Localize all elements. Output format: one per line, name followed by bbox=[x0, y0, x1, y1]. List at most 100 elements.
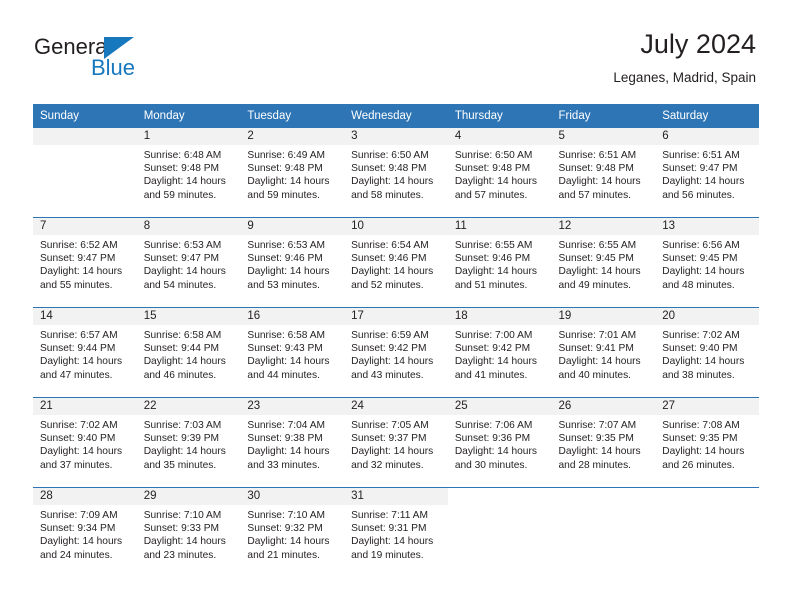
sunset-text: Sunset: 9:39 PM bbox=[143, 433, 220, 445]
daylight-text-line2: and 32 minutes. bbox=[351, 459, 424, 471]
calendar-day-cell[interactable]: 4 Sunrise: 6:50 AM Sunset: 9:48 PM Daylight… bbox=[447, 127, 552, 218]
day-number: 1 bbox=[136, 128, 241, 145]
calendar-day-cell[interactable]: 1 Sunrise: 6:48 AM Sunset: 9:48 PM Daylight… bbox=[136, 127, 241, 218]
sunrise-text: Sunrise: 6:51 AM bbox=[558, 150, 637, 161]
calendar-day-cell[interactable]: 27 Sunrise: 7:08 AM Sunset: 9:35 PM Dayligh… bbox=[655, 397, 759, 488]
calendar-day-cell[interactable]: 16 Sunrise: 6:58 AM Sunset: 9:43 PM Dayligh… bbox=[240, 307, 345, 398]
daylight-text-line2: and 46 minutes. bbox=[143, 369, 217, 381]
day-cell-content: 26 Sunrise: 7:07 AM Sunset: 9:35 PM Dayligh… bbox=[551, 398, 656, 487]
calendar-day-cell[interactable]: 24 Sunrise: 7:05 AM Sunset: 9:37 PM Dayligh… bbox=[344, 397, 448, 488]
calendar-day-cell[interactable]: 29 Sunrise: 7:10 AM Sunset: 9:33 PM Dayligh… bbox=[136, 487, 241, 577]
daylight-text-line2: and 40 minutes. bbox=[558, 369, 632, 381]
calendar-day-cell[interactable]: 21 Sunrise: 7:02 AM Sunset: 9:40 PM Dayligh… bbox=[33, 397, 137, 488]
day-cell-content: 6 Sunrise: 6:51 AM Sunset: 9:47 PM Daylight… bbox=[655, 128, 759, 217]
daylight-text-line1: Daylight: 14 hours bbox=[143, 536, 226, 548]
daylight-text-line1: Daylight: 14 hours bbox=[247, 446, 330, 458]
day-number: 3 bbox=[344, 128, 448, 145]
day-number bbox=[655, 488, 759, 505]
calendar-day-cell[interactable]: 3 Sunrise: 6:50 AM Sunset: 9:48 PM Daylight… bbox=[344, 127, 448, 218]
daylight-text-line1: Daylight: 14 hours bbox=[40, 536, 123, 548]
calendar-day-cell[interactable]: 18 Sunrise: 7:00 AM Sunset: 9:42 PM Dayligh… bbox=[447, 307, 552, 398]
calendar-day-cell[interactable]: 19 Sunrise: 7:01 AM Sunset: 9:41 PM Dayligh… bbox=[551, 307, 656, 398]
daylight-text-line2: and 41 minutes. bbox=[454, 369, 528, 381]
day-cell-content: 19 Sunrise: 7:01 AM Sunset: 9:41 PM Dayligh… bbox=[551, 308, 656, 397]
day-cell-content: 21 Sunrise: 7:02 AM Sunset: 9:40 PM Dayligh… bbox=[33, 398, 137, 487]
day-sun-info: Sunrise: 7:10 AM Sunset: 9:32 PM Daylight:… bbox=[240, 505, 344, 562]
calendar-day-cell[interactable]: 13 Sunrise: 6:56 AM Sunset: 9:45 PM Dayligh… bbox=[655, 217, 759, 308]
calendar-day-cell[interactable]: 17 Sunrise: 6:59 AM Sunset: 9:42 PM Dayligh… bbox=[344, 307, 448, 398]
calendar-day-cell[interactable]: 26 Sunrise: 7:07 AM Sunset: 9:35 PM Dayligh… bbox=[551, 397, 656, 488]
day-number: 16 bbox=[240, 308, 345, 325]
day-number: 6 bbox=[655, 128, 759, 145]
day-sun-info: Sunrise: 6:49 AM Sunset: 9:48 PM Daylight:… bbox=[240, 145, 344, 202]
calendar-day-cell[interactable]: 14 Sunrise: 6:57 AM Sunset: 9:44 PM Dayligh… bbox=[33, 307, 137, 398]
day-cell-content bbox=[655, 488, 759, 577]
daylight-text-line2: and 59 minutes. bbox=[143, 189, 217, 201]
day-sun-info: Sunrise: 7:02 AM Sunset: 9:40 PM Daylight:… bbox=[33, 415, 137, 472]
sunset-text: Sunset: 9:35 PM bbox=[558, 433, 634, 445]
daylight-text-line2: and 21 minutes. bbox=[247, 549, 320, 561]
day-number: 31 bbox=[344, 488, 448, 505]
day-cell-content: 23 Sunrise: 7:04 AM Sunset: 9:38 PM Dayligh… bbox=[240, 398, 345, 487]
daylight-text-line2: and 49 minutes. bbox=[558, 279, 632, 291]
sunset-text: Sunset: 9:36 PM bbox=[454, 433, 531, 445]
page-header: General Blue July 2024 Leganes, Madrid, … bbox=[0, 0, 792, 100]
day-sun-info: Sunrise: 7:03 AM Sunset: 9:39 PM Daylight:… bbox=[137, 415, 241, 472]
daylight-text-line2: and 55 minutes. bbox=[40, 279, 113, 291]
day-sun-info: Sunrise: 6:55 AM Sunset: 9:46 PM Daylight:… bbox=[448, 235, 552, 292]
daylight-text-line1: Daylight: 14 hours bbox=[662, 266, 745, 278]
calendar-header-row: Sunday Monday Tuesday Wednesday Thursday… bbox=[33, 104, 759, 128]
daylight-text-line2: and 59 minutes. bbox=[247, 189, 320, 201]
calendar-day-cell[interactable]: 8 Sunrise: 6:53 AM Sunset: 9:47 PM Daylight… bbox=[136, 217, 241, 308]
weekday-header-thursday: Thursday bbox=[447, 104, 552, 128]
day-sun-info: Sunrise: 6:52 AM Sunset: 9:47 PM Daylight:… bbox=[33, 235, 137, 292]
day-number: 10 bbox=[344, 218, 448, 235]
calendar-day-cell[interactable]: 22 Sunrise: 7:03 AM Sunset: 9:39 PM Dayligh… bbox=[136, 397, 241, 488]
day-sun-info: Sunrise: 7:04 AM Sunset: 9:38 PM Daylight:… bbox=[240, 415, 344, 472]
day-cell-content: 22 Sunrise: 7:03 AM Sunset: 9:39 PM Dayligh… bbox=[136, 398, 241, 487]
sunrise-text: Sunrise: 6:50 AM bbox=[351, 150, 429, 161]
sunrise-text: Sunrise: 7:07 AM bbox=[558, 420, 637, 431]
sunset-text: Sunset: 9:42 PM bbox=[351, 343, 427, 355]
daylight-text-line1: Daylight: 14 hours bbox=[351, 536, 434, 548]
day-sun-info: Sunrise: 6:50 AM Sunset: 9:48 PM Daylight:… bbox=[344, 145, 448, 202]
calendar-day-cell[interactable] bbox=[447, 487, 552, 577]
calendar-day-cell[interactable]: 28 Sunrise: 7:09 AM Sunset: 9:34 PM Dayligh… bbox=[33, 487, 137, 577]
sunset-text: Sunset: 9:38 PM bbox=[247, 433, 323, 445]
calendar-week-row: 1 Sunrise: 6:48 AM Sunset: 9:48 PM Daylight… bbox=[33, 127, 759, 218]
weekday-header-friday: Friday bbox=[551, 104, 656, 128]
calendar-day-cell[interactable] bbox=[551, 487, 656, 577]
calendar-day-cell[interactable] bbox=[33, 127, 137, 218]
calendar-day-cell[interactable]: 2 Sunrise: 6:49 AM Sunset: 9:48 PM Daylight… bbox=[240, 127, 345, 218]
weekday-header-wednesday: Wednesday bbox=[344, 104, 448, 128]
calendar-day-cell[interactable]: 11 Sunrise: 6:55 AM Sunset: 9:46 PM Dayligh… bbox=[447, 217, 552, 308]
sunrise-text: Sunrise: 6:53 AM bbox=[143, 240, 222, 251]
calendar-day-cell[interactable]: 25 Sunrise: 7:06 AM Sunset: 9:36 PM Dayligh… bbox=[447, 397, 552, 488]
day-cell-content: 20 Sunrise: 7:02 AM Sunset: 9:40 PM Dayligh… bbox=[655, 308, 759, 397]
day-number: 17 bbox=[344, 308, 448, 325]
calendar-day-cell[interactable]: 7 Sunrise: 6:52 AM Sunset: 9:47 PM Daylight… bbox=[33, 217, 137, 308]
daylight-text-line1: Daylight: 14 hours bbox=[40, 446, 123, 458]
calendar-day-cell[interactable]: 20 Sunrise: 7:02 AM Sunset: 9:40 PM Dayligh… bbox=[655, 307, 759, 398]
sunrise-text: Sunrise: 6:48 AM bbox=[143, 150, 222, 161]
daylight-text-line1: Daylight: 14 hours bbox=[454, 356, 537, 368]
day-sun-info: Sunrise: 6:51 AM Sunset: 9:48 PM Daylight:… bbox=[552, 145, 656, 202]
daylight-text-line1: Daylight: 14 hours bbox=[558, 266, 641, 278]
calendar-day-cell[interactable] bbox=[655, 487, 759, 577]
calendar-day-cell[interactable]: 12 Sunrise: 6:55 AM Sunset: 9:45 PM Dayligh… bbox=[551, 217, 656, 308]
calendar-day-cell[interactable]: 10 Sunrise: 6:54 AM Sunset: 9:46 PM Dayligh… bbox=[344, 217, 448, 308]
day-number: 15 bbox=[136, 308, 241, 325]
calendar-day-cell[interactable]: 6 Sunrise: 6:51 AM Sunset: 9:47 PM Daylight… bbox=[655, 127, 759, 218]
daylight-text-line1: Daylight: 14 hours bbox=[558, 356, 641, 368]
calendar-day-cell[interactable]: 23 Sunrise: 7:04 AM Sunset: 9:38 PM Dayligh… bbox=[240, 397, 345, 488]
sunset-text: Sunset: 9:33 PM bbox=[143, 523, 220, 535]
calendar-day-cell[interactable]: 31 Sunrise: 7:11 AM Sunset: 9:31 PM Dayligh… bbox=[344, 487, 448, 577]
sunset-text: Sunset: 9:41 PM bbox=[558, 343, 634, 355]
calendar-table: Sunday Monday Tuesday Wednesday Thursday… bbox=[33, 104, 759, 577]
calendar-day-cell[interactable]: 5 Sunrise: 6:51 AM Sunset: 9:48 PM Daylight… bbox=[551, 127, 656, 218]
calendar-day-cell[interactable]: 30 Sunrise: 7:10 AM Sunset: 9:32 PM Dayligh… bbox=[240, 487, 345, 577]
weekday-header-monday: Monday bbox=[136, 104, 241, 128]
day-cell-content: 14 Sunrise: 6:57 AM Sunset: 9:44 PM Dayligh… bbox=[33, 308, 137, 397]
calendar-day-cell[interactable]: 15 Sunrise: 6:58 AM Sunset: 9:44 PM Dayligh… bbox=[136, 307, 241, 398]
calendar-day-cell[interactable]: 9 Sunrise: 6:53 AM Sunset: 9:46 PM Daylight… bbox=[240, 217, 345, 308]
